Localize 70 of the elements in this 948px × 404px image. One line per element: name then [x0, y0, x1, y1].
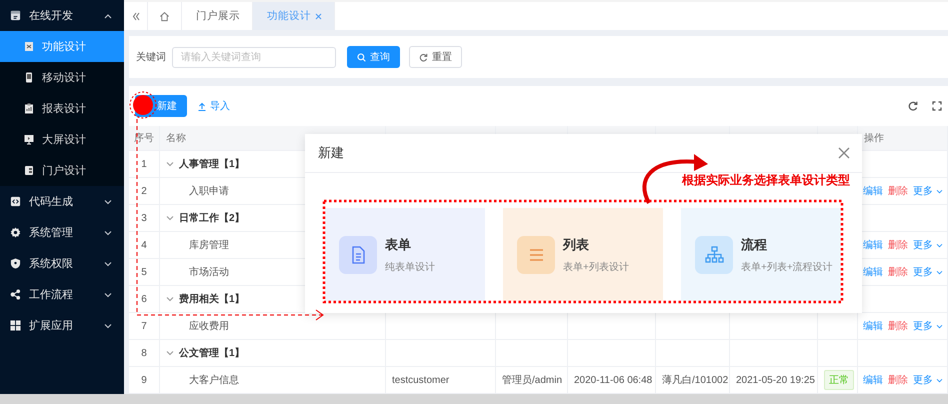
- sidebar-item[interactable]: 门户设计: [0, 155, 124, 186]
- edit-link[interactable]: 编辑: [863, 373, 883, 388]
- table-cell: 8: [141, 348, 147, 359]
- option-description: 表单+列表+流程设计: [741, 260, 833, 274]
- option-description: 表单+列表设计: [563, 260, 629, 274]
- table-cell-text: 管理员/admin: [502, 374, 562, 388]
- table-cell-text: 费用相关【1】: [179, 292, 245, 306]
- option-card[interactable]: 表单 纯表单设计: [325, 208, 485, 301]
- option-card[interactable]: 列表 表单+列表设计: [503, 208, 663, 301]
- sidebar-group[interactable]: 系统管理: [0, 217, 124, 248]
- table-cell: 2021-05-20 19:25: [736, 374, 815, 386]
- table-cell: 2020-11-06 06:48: [574, 374, 652, 386]
- edit-link[interactable]: 编辑: [863, 184, 883, 198]
- sidebar-item[interactable]: 功能设计: [0, 31, 124, 62]
- edit-link[interactable]: 编辑: [863, 265, 883, 280]
- table-cell-text: 大客户信息: [189, 374, 239, 388]
- keyword-field[interactable]: 请输入关键词查询: [172, 46, 336, 68]
- more-link[interactable]: 更多: [913, 238, 943, 252]
- table-cell: testcustomer: [392, 374, 450, 386]
- option-description: 纯表单设计: [385, 260, 435, 274]
- option-card[interactable]: 流程 表单+列表+流程设计: [681, 208, 841, 301]
- delete-link[interactable]: 删除: [888, 238, 908, 252]
- table-cell: 1: [141, 158, 147, 170]
- sidebar-group[interactable]: 扩展应用: [0, 310, 124, 341]
- table-cell-text: 公文管理【1】: [179, 346, 245, 360]
- table-cell: 7: [141, 320, 147, 332]
- table-cell: 3: [141, 212, 147, 224]
- delete-link[interactable]: 删除: [888, 265, 908, 280]
- import-button[interactable]: 导入: [194, 95, 234, 117]
- table-cell: 9: [141, 374, 147, 386]
- more-link[interactable]: 更多: [913, 184, 943, 198]
- tab[interactable]: 功能设计: [253, 2, 335, 30]
- sidebar-group[interactable]: 在线开发: [0, 0, 124, 31]
- status-tag: 正常: [824, 370, 854, 390]
- column-header: 序号: [134, 132, 154, 146]
- sidebar-item[interactable]: 报表设计: [0, 93, 124, 124]
- delete-link[interactable]: 删除: [888, 184, 908, 198]
- sidebar-item[interactable]: 移动设计: [0, 62, 124, 93]
- delete-link[interactable]: 删除: [888, 373, 908, 388]
- column-header: 操作: [864, 132, 884, 146]
- table-cell-text: 日常工作【2】: [179, 212, 245, 226]
- table-cell: 4: [141, 240, 147, 251]
- option-title: 流程: [741, 236, 768, 254]
- option-title: 列表: [563, 236, 590, 254]
- more-link[interactable]: 更多: [913, 319, 943, 334]
- table-cell-text: 入职申请: [189, 184, 229, 198]
- dialog-title: 新建: [318, 144, 344, 162]
- table-cell: 5: [141, 266, 147, 278]
- annotation-text: 根据实际业务选择表单设计类型: [682, 172, 850, 189]
- edit-link[interactable]: 编辑: [863, 319, 883, 334]
- table-cell-text: 人事管理【1】: [179, 158, 245, 172]
- table-cell: 6: [141, 294, 147, 305]
- table-cell: 2: [141, 186, 147, 197]
- field-label: 关键词: [136, 50, 166, 64]
- table-cell-text: 库房管理: [189, 238, 229, 252]
- sidebar-group[interactable]: 工作流程: [0, 279, 124, 310]
- table-cell-text: 应收费用: [189, 320, 229, 334]
- column-header: 名称: [166, 132, 186, 146]
- reset-button[interactable]: 重置: [409, 46, 462, 68]
- search-button[interactable]: 查询: [347, 46, 400, 68]
- sidebar-item[interactable]: 大屏设计: [0, 124, 124, 155]
- sidebar-group[interactable]: 系统权限: [0, 248, 124, 279]
- table-cell-text: 薄凡白/101002: [662, 374, 728, 388]
- more-link[interactable]: 更多: [913, 265, 943, 280]
- delete-link[interactable]: 删除: [888, 319, 908, 334]
- option-title: 表单: [385, 236, 412, 254]
- edit-link[interactable]: 编辑: [863, 238, 883, 252]
- sidebar-group[interactable]: 代码生成: [0, 186, 124, 217]
- table-cell-text: 市场活动: [189, 266, 229, 280]
- more-link[interactable]: 更多: [913, 373, 943, 388]
